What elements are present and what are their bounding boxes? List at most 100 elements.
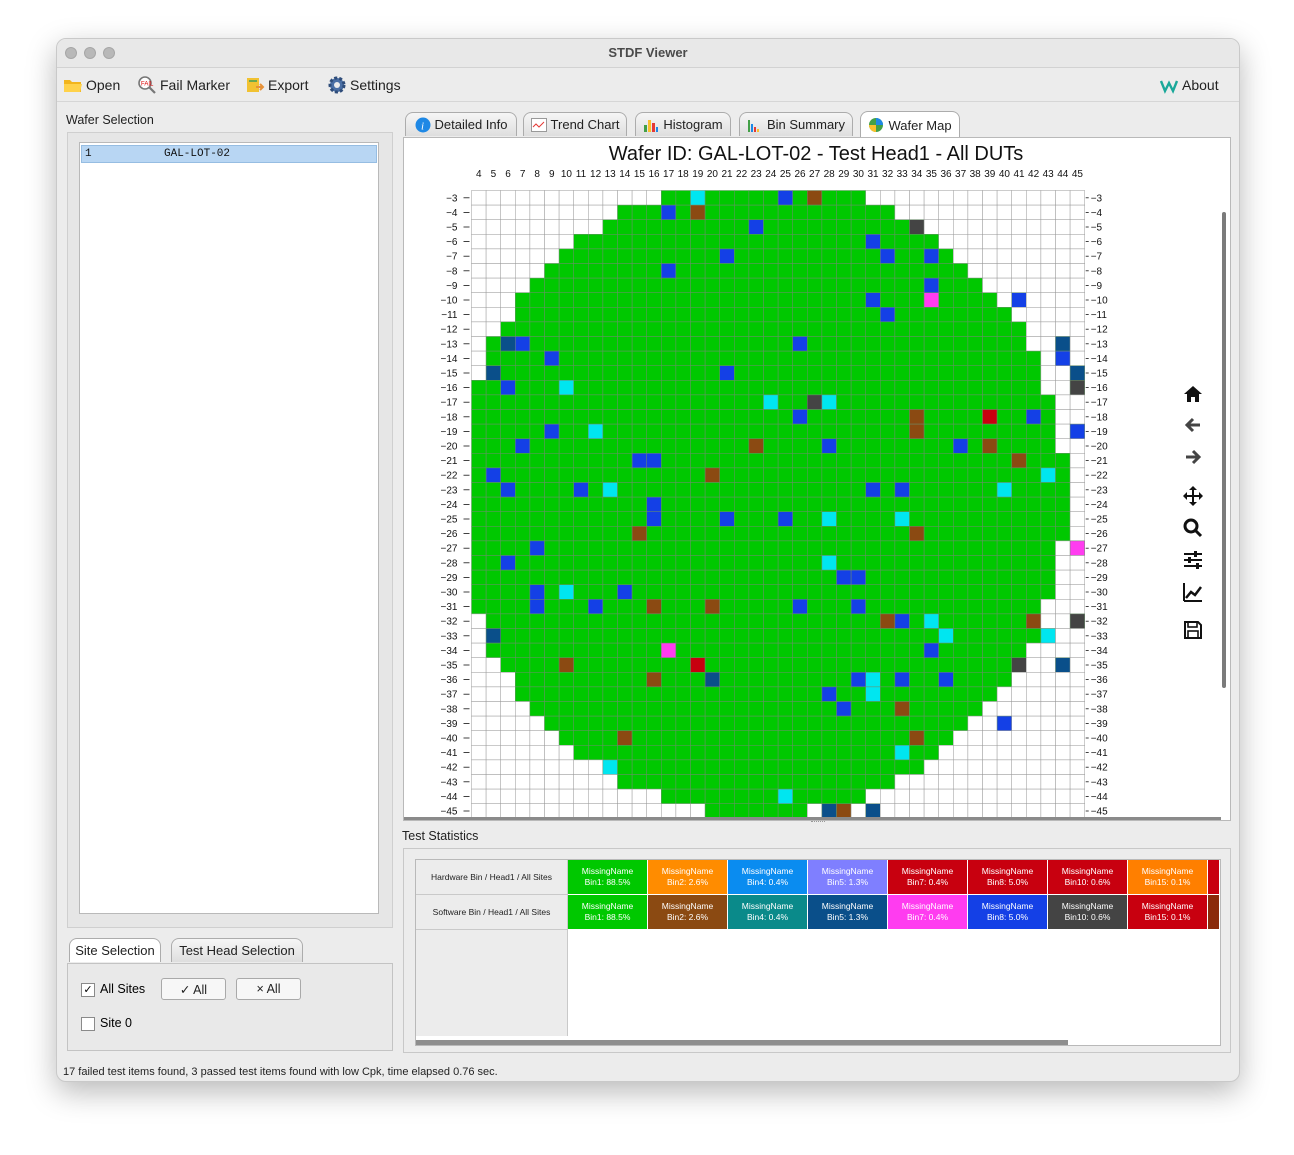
wafer-die[interactable]	[558, 613, 574, 629]
wafer-die[interactable]	[923, 599, 939, 615]
wafer-die[interactable]	[529, 423, 545, 439]
wafer-die[interactable]	[1055, 613, 1071, 629]
wafer-die[interactable]	[777, 715, 793, 731]
wafer-die[interactable]	[850, 613, 866, 629]
wafer-die[interactable]	[1055, 380, 1071, 396]
wafer-die[interactable]	[821, 248, 837, 264]
wafer-die[interactable]	[617, 336, 633, 352]
wafer-die[interactable]	[938, 204, 954, 220]
wafer-die[interactable]	[821, 190, 837, 206]
wafer-die[interactable]	[1011, 657, 1027, 673]
wafer-die[interactable]	[865, 248, 881, 264]
wafer-die[interactable]	[690, 453, 706, 469]
wafer-die[interactable]	[865, 657, 881, 673]
wafer-die[interactable]	[1069, 292, 1085, 308]
wafer-die[interactable]	[763, 715, 779, 731]
wafer-die[interactable]	[1026, 467, 1042, 483]
wafer-die[interactable]	[763, 234, 779, 250]
wafer-die[interactable]	[996, 642, 1012, 658]
wafer-die[interactable]	[865, 642, 881, 658]
wafer-die[interactable]	[967, 701, 983, 717]
wafer-die[interactable]	[573, 350, 589, 366]
wafer-die[interactable]	[1040, 628, 1056, 644]
wafer-die[interactable]	[544, 730, 560, 746]
wafer-die[interactable]	[880, 453, 896, 469]
wafer-die[interactable]	[646, 321, 662, 337]
wafer-die[interactable]	[938, 321, 954, 337]
wafer-die[interactable]	[982, 467, 998, 483]
wafer-die[interactable]	[500, 526, 516, 542]
wafer-die[interactable]	[748, 336, 764, 352]
wafer-die[interactable]	[588, 599, 604, 615]
wafer-die[interactable]	[777, 423, 793, 439]
wafer-die[interactable]	[646, 628, 662, 644]
wafer-die[interactable]	[1011, 234, 1027, 250]
wafer-die[interactable]	[923, 642, 939, 658]
wafer-die[interactable]	[909, 190, 925, 206]
wafer-die[interactable]	[1040, 234, 1056, 250]
wafer-die[interactable]	[588, 482, 604, 498]
wafer-die[interactable]	[763, 584, 779, 600]
wafer-die[interactable]	[485, 204, 501, 220]
wafer-die[interactable]	[1069, 248, 1085, 264]
wafer-die[interactable]	[777, 511, 793, 527]
wafer-die[interactable]	[748, 715, 764, 731]
wafer-die[interactable]	[734, 380, 750, 396]
wafer-die[interactable]	[792, 672, 808, 688]
wafer-die[interactable]	[923, 540, 939, 556]
wafer-die[interactable]	[953, 511, 969, 527]
wafer-die[interactable]	[734, 584, 750, 600]
wafer-die[interactable]	[807, 350, 823, 366]
wafer-die[interactable]	[675, 569, 691, 585]
wafer-die[interactable]	[617, 423, 633, 439]
wafer-die[interactable]	[704, 263, 720, 279]
wafer-die[interactable]	[967, 555, 983, 571]
wafer-die[interactable]	[573, 438, 589, 454]
wafer-die[interactable]	[836, 613, 852, 629]
wafer-die[interactable]	[777, 453, 793, 469]
wafer-die[interactable]	[558, 234, 574, 250]
plot-horizontal-scrollbar[interactable]	[404, 817, 1221, 820]
sw-bin-cell[interactable]: MissingName Bin15: 0.1%	[1128, 895, 1208, 930]
wafer-die[interactable]	[909, 759, 925, 775]
wafer-die[interactable]	[850, 394, 866, 410]
wafer-die[interactable]	[588, 657, 604, 673]
wafer-die[interactable]	[690, 482, 706, 498]
wafer-die[interactable]	[646, 540, 662, 556]
wafer-die[interactable]	[807, 569, 823, 585]
wafer-die[interactable]	[821, 482, 837, 498]
wafer-die[interactable]	[529, 511, 545, 527]
wafer-die[interactable]	[500, 613, 516, 629]
wafer-die[interactable]	[1011, 774, 1027, 790]
wafer-die[interactable]	[661, 409, 677, 425]
wafer-die[interactable]	[953, 730, 969, 746]
wafer-die[interactable]	[1011, 190, 1027, 206]
wafer-die[interactable]	[836, 409, 852, 425]
wafer-die[interactable]	[690, 657, 706, 673]
wafer-map-chart[interactable]: Wafer ID: GAL-LOT-02 - Test Head1 - All …	[404, 138, 1230, 820]
wafer-die[interactable]	[836, 701, 852, 717]
wafer-die[interactable]	[763, 526, 779, 542]
wafer-die[interactable]	[865, 526, 881, 542]
wafer-die[interactable]	[1055, 511, 1071, 527]
wafer-die[interactable]	[894, 482, 910, 498]
wafer-die[interactable]	[471, 526, 487, 542]
wafer-die[interactable]	[821, 204, 837, 220]
wafer-die[interactable]	[690, 759, 706, 775]
wafer-die[interactable]	[836, 511, 852, 527]
wafer-die[interactable]	[807, 219, 823, 235]
wafer-die[interactable]	[661, 248, 677, 264]
wafer-die[interactable]	[573, 307, 589, 323]
wafer-die[interactable]	[588, 774, 604, 790]
wafer-die[interactable]	[719, 642, 735, 658]
wafer-die[interactable]	[996, 526, 1012, 542]
wafer-die[interactable]	[719, 672, 735, 688]
wafer-die[interactable]	[544, 292, 560, 308]
wafer-die[interactable]	[953, 642, 969, 658]
wafer-die[interactable]	[1069, 380, 1085, 396]
wafer-die[interactable]	[792, 686, 808, 702]
wafer-die[interactable]	[558, 788, 574, 804]
wafer-die[interactable]	[1011, 453, 1027, 469]
wafer-die[interactable]	[777, 657, 793, 673]
wafer-die[interactable]	[544, 701, 560, 717]
